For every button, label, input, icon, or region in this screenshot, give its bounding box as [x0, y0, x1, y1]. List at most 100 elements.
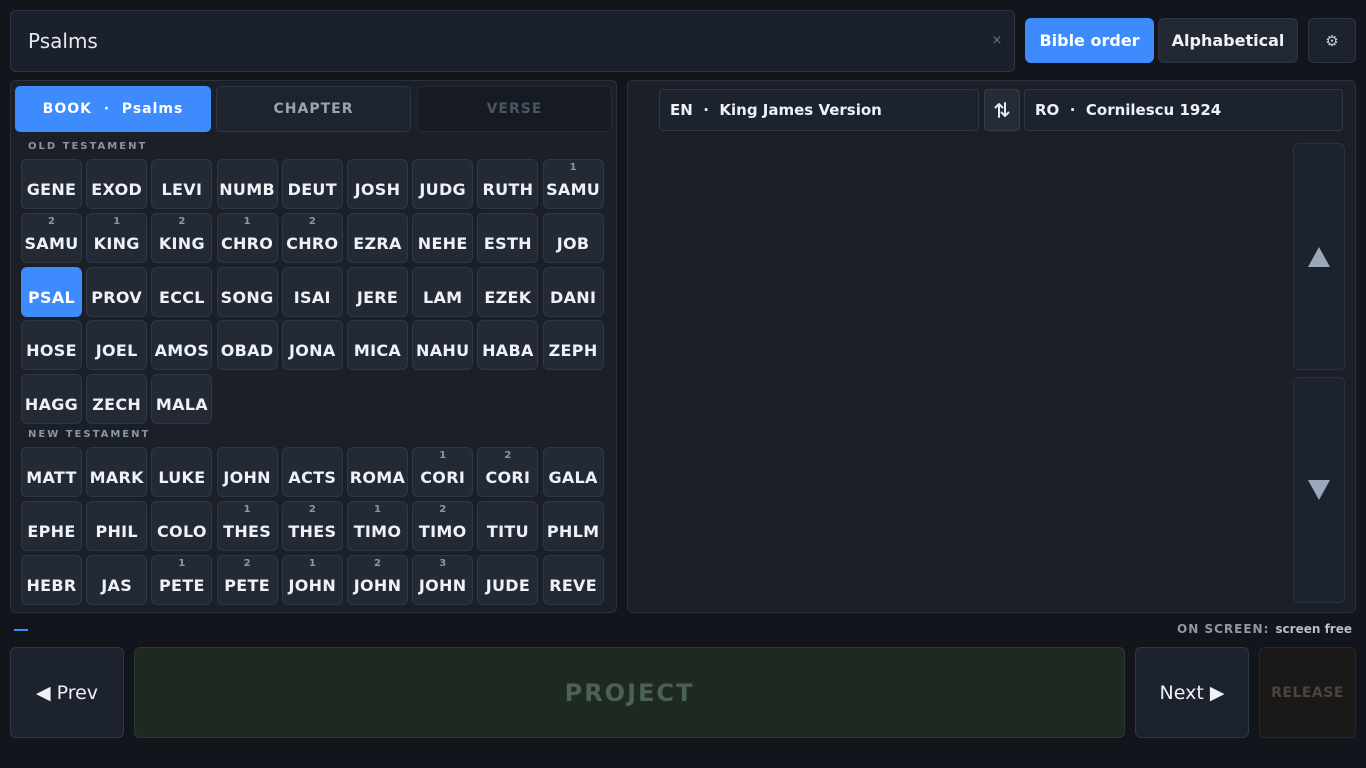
book-button[interactable]: JUDG — [412, 159, 474, 209]
book-button[interactable]: PSAL — [21, 266, 82, 317]
next-button[interactable]: Next ▶ — [1135, 647, 1249, 738]
release-button[interactable]: RELEASE — [1259, 647, 1356, 738]
book-button[interactable]: MATT — [21, 447, 82, 497]
book-button[interactable]: NUMB — [216, 159, 278, 209]
scroll-down-button[interactable] — [1293, 377, 1345, 603]
book-button[interactable]: JUDE — [477, 554, 539, 605]
book-button[interactable]: JOHN — [216, 447, 278, 497]
version-select-left[interactable]: EN · King James Version — [659, 89, 979, 131]
book-abbreviation: DEUT — [287, 180, 337, 199]
swap-vertical-icon — [994, 102, 1010, 118]
book-abbreviation: ROMA — [349, 468, 406, 487]
book-button[interactable]: LEVI — [151, 159, 213, 209]
gear-icon: ⚙ — [1325, 31, 1339, 50]
book-number: 2 — [243, 557, 251, 569]
tab-verse[interactable]: VERSE — [417, 86, 612, 132]
swap-versions-button[interactable] — [984, 89, 1020, 131]
book-button[interactable]: 1 PETE — [151, 554, 213, 605]
alphabetical-button[interactable]: Alphabetical — [1158, 18, 1298, 63]
book-abbreviation: HABA — [482, 341, 534, 361]
book-button[interactable]: ECCL — [151, 266, 213, 317]
book-button[interactable]: GENE — [21, 159, 82, 209]
book-button[interactable]: GALA — [542, 447, 604, 497]
book-button[interactable]: MICA — [347, 320, 408, 371]
book-button[interactable]: NAHU — [412, 320, 474, 371]
book-abbreviation: CHRO — [220, 233, 274, 253]
book-button[interactable]: 1 CORI — [412, 447, 474, 497]
book-button[interactable]: DANI — [542, 266, 604, 317]
book-button[interactable]: 1 TIMO — [347, 500, 408, 551]
book-button[interactable]: MARK — [86, 447, 148, 497]
book-abbreviation: EXOD — [91, 180, 143, 199]
book-button[interactable]: HAGG — [21, 374, 82, 425]
book-button[interactable]: ACTS — [281, 447, 343, 497]
book-button[interactable]: EPHE — [21, 500, 82, 551]
book-abbreviation: PSAL — [27, 287, 76, 307]
settings-button[interactable]: ⚙ — [1308, 18, 1356, 63]
book-button[interactable]: MALA — [151, 374, 213, 425]
book-button[interactable]: RUTH — [477, 159, 539, 209]
book-abbreviation: NAHU — [416, 341, 470, 361]
book-button[interactable]: JAS — [86, 554, 148, 605]
book-button[interactable]: JOEL — [86, 320, 148, 371]
book-button[interactable]: PHLM — [542, 500, 604, 551]
book-button[interactable]: PHIL — [86, 500, 148, 551]
book-button[interactable]: 1 THES — [216, 500, 278, 551]
tab-book[interactable]: BOOK · Psalms — [15, 86, 211, 132]
book-button[interactable]: JERE — [347, 266, 408, 317]
book-button[interactable]: HOSE — [21, 320, 82, 371]
book-button[interactable]: AMOS — [151, 320, 213, 371]
book-button[interactable]: DEUT — [281, 159, 343, 209]
search-input[interactable] — [11, 11, 1014, 71]
book-button[interactable]: 1 CHRO — [216, 212, 278, 263]
book-button[interactable]: HEBR — [21, 554, 82, 605]
book-button[interactable]: 2 JOHN — [347, 554, 408, 605]
book-button[interactable]: TITU — [477, 500, 539, 551]
book-button[interactable]: 2 TIMO — [412, 500, 474, 551]
book-button[interactable]: JOB — [542, 212, 604, 263]
book-button[interactable]: ROMA — [347, 447, 408, 497]
book-abbreviation: MATT — [26, 468, 77, 487]
book-button[interactable]: LUKE — [151, 447, 213, 497]
book-button[interactable]: OBAD — [216, 320, 278, 371]
book-button[interactable]: COLO — [151, 500, 213, 551]
book-abbreviation: DANI — [549, 287, 597, 307]
book-abbreviation: AMOS — [154, 341, 210, 361]
book-button[interactable]: ZEPH — [542, 320, 604, 371]
book-button[interactable]: 2 KING — [151, 212, 213, 263]
book-button[interactable]: 2 CORI — [477, 447, 539, 497]
book-button[interactable]: JOSH — [347, 159, 408, 209]
project-button[interactable]: PROJECT — [134, 647, 1125, 738]
version-select-right[interactable]: RO · Cornilescu 1924 — [1024, 89, 1343, 131]
book-button[interactable]: ESTH — [477, 212, 539, 263]
book-button[interactable]: NEHE — [412, 212, 474, 263]
book-button[interactable]: EXOD — [86, 159, 148, 209]
book-button[interactable]: 1 JOHN — [281, 554, 343, 605]
book-abbreviation: EZRA — [353, 233, 402, 253]
book-button[interactable]: LAM — [412, 266, 474, 317]
book-button[interactable]: 2 PETE — [216, 554, 278, 605]
book-button[interactable]: 3 JOHN — [412, 554, 474, 605]
book-number: 1 — [439, 450, 447, 461]
book-button[interactable]: JONA — [281, 320, 343, 371]
on-screen-value: screen free — [1275, 622, 1352, 636]
scroll-up-button[interactable] — [1293, 143, 1345, 370]
book-button[interactable]: 2 CHRO — [281, 212, 343, 263]
book-button[interactable]: 2 SAMU — [21, 212, 82, 263]
book-button[interactable]: ISAI — [281, 266, 343, 317]
bible-order-button[interactable]: Bible order — [1025, 18, 1154, 63]
book-button[interactable]: REVE — [542, 554, 604, 605]
book-button[interactable]: ZECH — [86, 374, 148, 425]
book-button[interactable]: 2 THES — [281, 500, 343, 551]
clear-icon[interactable]: × — [990, 33, 1004, 49]
prev-button[interactable]: ◀ Prev — [10, 647, 124, 738]
book-button[interactable]: HABA — [477, 320, 539, 371]
book-button[interactable]: 1 KING — [86, 212, 148, 263]
tab-chapter[interactable]: CHAPTER — [216, 86, 411, 132]
book-button[interactable]: EZEK — [477, 266, 539, 317]
book-number: 1 — [113, 215, 121, 227]
book-button[interactable]: 1 SAMU — [542, 159, 604, 209]
book-button[interactable]: SONG — [216, 266, 278, 317]
book-button[interactable]: PROV — [86, 266, 148, 317]
book-button[interactable]: EZRA — [347, 212, 408, 263]
